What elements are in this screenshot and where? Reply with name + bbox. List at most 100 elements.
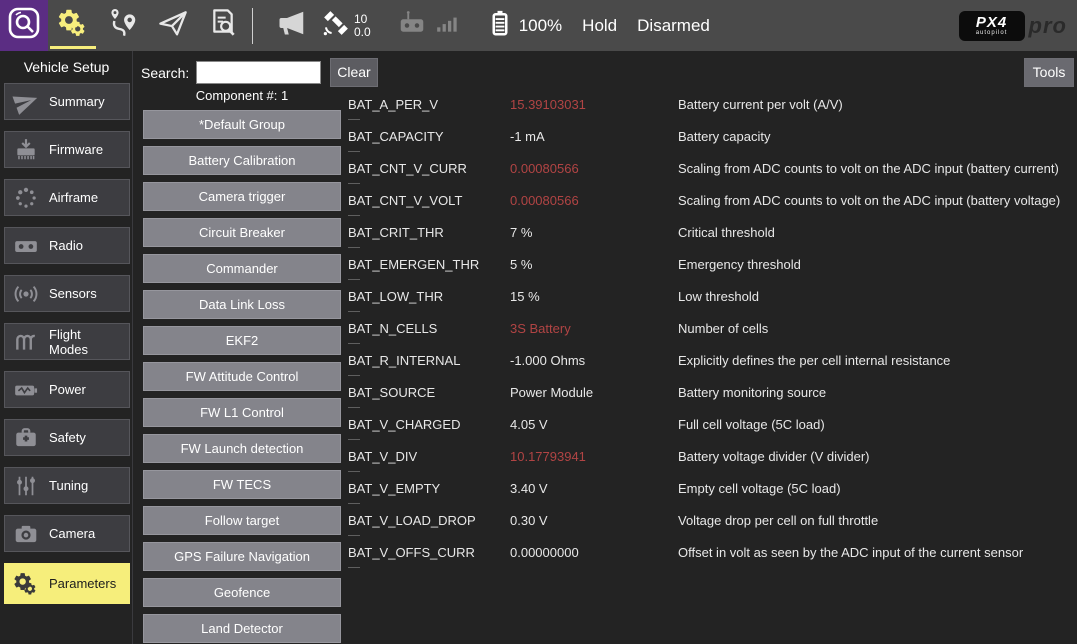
rc-indicator[interactable] xyxy=(397,8,427,43)
parameter-row[interactable]: BAT_V_CHARGED 4.05 V Full cell voltage (… xyxy=(348,408,1077,440)
parameter-description: Battery capacity xyxy=(678,129,771,144)
flight-mode-indicator[interactable]: Hold xyxy=(582,16,617,36)
sidebar-item-firmware[interactable]: Firmware xyxy=(4,131,130,168)
parameter-row[interactable]: BAT_CNT_V_VOLT 0.00080566 Scaling from A… xyxy=(348,184,1077,216)
parameter-row[interactable]: BAT_SOURCE Power Module Battery monitori… xyxy=(348,376,1077,408)
sidebar-item-label: Safety xyxy=(49,430,86,445)
parameter-name: BAT_R_INTERNAL xyxy=(348,353,510,368)
parameter-description: Emergency threshold xyxy=(678,257,801,272)
sidebar-item-radio[interactable]: Radio xyxy=(4,227,130,264)
group-button-fw-attitude-control[interactable]: FW Attitude Control xyxy=(143,362,341,391)
sidebar-item-label: Camera xyxy=(49,526,95,541)
group-button-geofence[interactable]: Geofence xyxy=(143,578,341,607)
parameter-value: 3.40 V xyxy=(510,481,678,496)
group-button-ekf2[interactable]: EKF2 xyxy=(143,326,341,355)
parameter-description: Full cell voltage (5C load) xyxy=(678,417,825,432)
toolbar-separator xyxy=(252,8,253,44)
sidebar-item-label: Radio xyxy=(49,238,83,253)
sidebar-item-sensors[interactable]: Sensors xyxy=(4,275,130,312)
parameter-description: Voltage drop per cell on full throttle xyxy=(678,513,878,528)
parameter-row[interactable]: BAT_CNT_V_CURR 0.00080566 Scaling from A… xyxy=(348,152,1077,184)
parameter-value: 7 % xyxy=(510,225,678,240)
sidebar-item-parameters[interactable]: Parameters xyxy=(4,563,130,604)
parameter-row[interactable]: BAT_V_OFFS_CURR 0.00000000 Offset in vol… xyxy=(348,536,1077,568)
group-button-camera-trigger[interactable]: Camera trigger xyxy=(143,182,341,211)
group-button-fw-l1-control[interactable]: FW L1 Control xyxy=(143,398,341,427)
group-button-fw-tecs[interactable]: FW TECS xyxy=(143,470,341,499)
sidebar-item-label: Sensors xyxy=(49,286,97,301)
safety-case-icon xyxy=(11,425,41,451)
rc-signal-indicator[interactable] xyxy=(435,10,461,41)
search-input[interactable] xyxy=(196,61,321,84)
qgc-logo-icon xyxy=(6,5,42,46)
parameter-description: Number of cells xyxy=(678,321,768,336)
group-button-battery-calibration[interactable]: Battery Calibration xyxy=(143,146,341,175)
parameter-name: BAT_V_EMPTY xyxy=(348,481,510,496)
gps-indicator[interactable]: 10 0.0 xyxy=(321,8,371,43)
parameter-row[interactable]: BAT_V_LOAD_DROP 0.30 V Voltage drop per … xyxy=(348,504,1077,536)
sidebar-item-airframe[interactable]: Airframe xyxy=(4,179,130,216)
tools-button[interactable]: Tools xyxy=(1024,58,1074,87)
sidebar-item-power[interactable]: Power xyxy=(4,371,130,408)
group-button-land-detector[interactable]: Land Detector xyxy=(143,614,341,643)
audio-indicator[interactable] xyxy=(277,8,307,43)
sidebar-item-camera[interactable]: Camera xyxy=(4,515,130,552)
px4-pro-text: pro xyxy=(1029,13,1067,39)
parameter-value: Power Module xyxy=(510,385,678,400)
arm-status-indicator[interactable]: Disarmed xyxy=(637,16,710,36)
px4-autopilot-text: autopilot xyxy=(976,30,1008,36)
tab-analyze[interactable] xyxy=(198,0,248,51)
rc-transmitter-icon xyxy=(397,8,427,43)
parameter-row[interactable]: BAT_R_INTERNAL -1.000 Ohms Explicitly de… xyxy=(348,344,1077,376)
sidebar-item-summary[interactable]: Summary xyxy=(4,83,130,120)
qgc-logo-button[interactable] xyxy=(0,0,48,51)
parameter-name: BAT_N_CELLS xyxy=(348,321,510,336)
qgroundcontrol-window: 10 0.0 100% Hold Disarmed PX4 autopilot … xyxy=(0,0,1077,644)
parameter-row[interactable]: BAT_A_PER_V 15.39103031 Battery current … xyxy=(348,88,1077,120)
px4-logo-text: PX4 xyxy=(976,15,1007,30)
parameter-row[interactable]: BAT_CRIT_THR 7 % Critical threshold xyxy=(348,216,1077,248)
group-button-default[interactable]: *Default Group xyxy=(143,110,341,139)
parameter-description: Battery monitoring source xyxy=(678,385,826,400)
sidebar-item-safety[interactable]: Safety xyxy=(4,419,130,456)
parameter-row[interactable]: BAT_EMERGEN_THR 5 % Emergency threshold xyxy=(348,248,1077,280)
parameter-value: 10.17793941 xyxy=(510,449,678,464)
group-button-fw-launch-detection[interactable]: FW Launch detection xyxy=(143,434,341,463)
parameter-value: 15 % xyxy=(510,289,678,304)
group-button-gps-failure-navigation[interactable]: GPS Failure Navigation xyxy=(143,542,341,571)
sensors-icon xyxy=(11,281,41,307)
satellite-icon xyxy=(321,8,351,43)
sidebar-item-label: Flight Modes xyxy=(49,327,123,357)
gears-icon xyxy=(11,571,41,597)
sidebar-item-flight-modes[interactable]: Flight Modes xyxy=(4,323,130,360)
parameter-description: Critical threshold xyxy=(678,225,775,240)
parameter-name: BAT_LOW_THR xyxy=(348,289,510,304)
parameter-row[interactable]: BAT_N_CELLS 3S Battery Number of cells xyxy=(348,312,1077,344)
tab-vehicle-setup[interactable] xyxy=(48,0,98,51)
tab-fly[interactable] xyxy=(148,0,198,51)
document-search-icon xyxy=(206,7,240,44)
battery-icon xyxy=(485,8,515,43)
parameter-name: BAT_CRIT_THR xyxy=(348,225,510,240)
tab-plan[interactable] xyxy=(98,0,148,51)
sidebar-item-label: Power xyxy=(49,382,86,397)
group-button-follow-target[interactable]: Follow target xyxy=(143,506,341,535)
sidebar-item-tuning[interactable]: Tuning xyxy=(4,467,130,504)
parameter-name: BAT_V_DIV xyxy=(348,449,510,464)
group-button-data-link-loss[interactable]: Data Link Loss xyxy=(143,290,341,319)
battery-indicator[interactable]: 100% xyxy=(485,8,562,43)
parameter-row[interactable]: BAT_CAPACITY -1 mA Battery capacity xyxy=(348,120,1077,152)
parameter-description: Battery current per volt (A/V) xyxy=(678,97,843,112)
group-button-circuit-breaker[interactable]: Circuit Breaker xyxy=(143,218,341,247)
gears-icon xyxy=(56,7,90,44)
parameter-row[interactable]: BAT_V_DIV 10.17793941 Battery voltage di… xyxy=(348,440,1077,472)
parameter-value: 0.00080566 xyxy=(510,161,678,176)
parameter-description: Scaling from ADC counts to volt on the A… xyxy=(678,161,1059,176)
parameter-row[interactable]: BAT_LOW_THR 15 % Low threshold xyxy=(348,280,1077,312)
group-button-commander[interactable]: Commander xyxy=(143,254,341,283)
paper-plane-icon xyxy=(11,89,41,115)
sidebar-item-label: Tuning xyxy=(49,478,88,493)
parameter-row[interactable]: BAT_V_EMPTY 3.40 V Empty cell voltage (5… xyxy=(348,472,1077,504)
parameter-value: 3S Battery xyxy=(510,321,678,336)
clear-button[interactable]: Clear xyxy=(330,58,378,87)
